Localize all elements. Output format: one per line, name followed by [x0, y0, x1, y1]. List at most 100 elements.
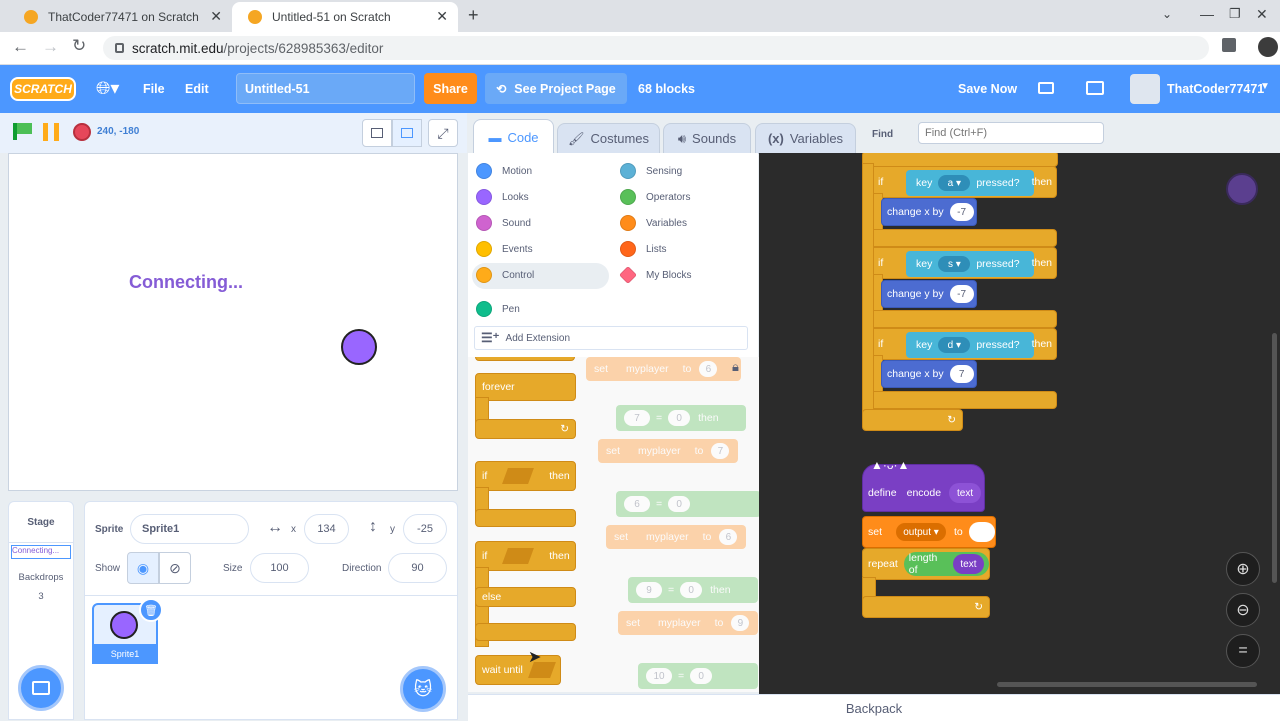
messages-icon[interactable]: [1038, 82, 1054, 94]
small-stage-button[interactable]: [362, 119, 392, 147]
stage-canvas[interactable]: Connecting...: [8, 153, 458, 491]
see-project-page-button[interactable]: ⟲ See Project Page: [485, 73, 627, 104]
close-tab-icon[interactable]: ✕: [210, 8, 222, 25]
stage-thumbnail[interactable]: Connecting...: [11, 545, 71, 559]
delete-sprite-button[interactable]: 🗑︎: [139, 598, 163, 622]
palette-wait-until-block[interactable]: wait until: [475, 655, 561, 685]
length-of-reporter[interactable]: length of text: [903, 552, 989, 576]
empty-value-input[interactable]: [968, 522, 995, 542]
text-param-reporter[interactable]: text: [952, 554, 984, 574]
horizontal-scrollbar[interactable]: [997, 682, 1257, 687]
key-dropdown[interactable]: d ▾: [938, 337, 971, 353]
account-caret-icon[interactable]: ▼: [1260, 81, 1270, 92]
key-pressed-sensor[interactable]: key s ▾ pressed?: [906, 251, 1034, 277]
empty-boolean-slot: [502, 468, 535, 484]
key-value: d: [947, 339, 954, 351]
hide-sprite-button[interactable]: ⊘: [159, 552, 191, 584]
palette-if-else-block[interactable]: if then: [475, 541, 576, 571]
key-pressed-sensor[interactable]: key a ▾ pressed?: [906, 170, 1034, 196]
category-pen[interactable]: Pen: [476, 301, 520, 317]
reload-icon[interactable]: ↻: [72, 36, 86, 56]
fullscreen-button[interactable]: ⤢: [428, 119, 458, 147]
size-input[interactable]: 100: [250, 553, 309, 583]
save-now-button[interactable]: Save Now: [958, 82, 1017, 96]
param-reporter[interactable]: text: [949, 483, 982, 503]
minimize-icon[interactable]: —: [1200, 6, 1214, 22]
pause-icon[interactable]: [43, 123, 48, 141]
tab-search-icon[interactable]: ⌄: [1162, 7, 1172, 21]
category-motion[interactable]: Motion: [476, 163, 532, 179]
large-stage-button[interactable]: [392, 119, 422, 147]
close-tab-icon[interactable]: ✕: [436, 8, 448, 25]
change-x-block[interactable]: change x by 7: [881, 360, 977, 388]
sprite-name-input[interactable]: Sprite1: [130, 514, 249, 544]
restore-icon[interactable]: ❐: [1229, 6, 1241, 22]
repeat-block[interactable]: repeat length of text: [862, 548, 990, 580]
if-key-block[interactable]: if key d ▾ pressed? then: [869, 328, 1057, 360]
forward-icon[interactable]: →: [42, 37, 59, 57]
change-x-block[interactable]: change x by -7: [881, 198, 977, 226]
if-key-block[interactable]: if key a ▾ pressed? then: [869, 166, 1057, 198]
share-button[interactable]: Share: [424, 73, 477, 104]
category-sensing[interactable]: Sensing: [620, 163, 682, 179]
category-lists[interactable]: Lists: [620, 241, 667, 257]
tab-costumes[interactable]: 🖌︎ Costumes: [557, 123, 660, 154]
x-position-input[interactable]: 134: [304, 514, 349, 544]
palette-forever-block[interactable]: forever: [475, 373, 576, 401]
value-input[interactable]: -7: [949, 203, 974, 221]
stage-selector[interactable]: Stage Connecting... Backdrops 3: [8, 501, 74, 720]
tab-sounds[interactable]: 🔊︎ Sounds: [663, 123, 751, 154]
new-tab-icon[interactable]: +: [468, 5, 479, 26]
profile-avatar[interactable]: [1258, 37, 1278, 57]
url-bar[interactable]: scratch.mit.edu/projects/628985363/edito…: [103, 36, 1209, 60]
tab-code[interactable]: ▬ Code: [473, 119, 554, 154]
category-sound[interactable]: Sound: [476, 215, 531, 231]
browser-tab-active[interactable]: Untitled-51 on Scratch ✕: [232, 2, 458, 32]
vertical-scrollbar[interactable]: [1272, 333, 1277, 583]
add-extension-button[interactable]: ☰⁺ Add Extension: [474, 326, 748, 350]
change-y-block[interactable]: change y by -7: [881, 280, 977, 308]
window-close-icon[interactable]: ✕: [1256, 6, 1268, 23]
scratch-logo[interactable]: SCRATCH: [10, 77, 76, 101]
if-key-block[interactable]: if key s ▾ pressed? then: [869, 247, 1057, 279]
value-input[interactable]: -7: [949, 285, 974, 303]
browser-tab[interactable]: ThatCoder77471 on Scratch ✕: [8, 2, 232, 32]
palette-if-then-block[interactable]: if then: [475, 461, 576, 491]
show-sprite-button[interactable]: ◉: [127, 552, 159, 584]
value-input[interactable]: 7: [949, 365, 974, 383]
tab-variables[interactable]: (x) Variables: [755, 123, 856, 154]
choose-sprite-button[interactable]: 🐱︎: [400, 666, 446, 712]
lock-icon[interactable]: 🔒︎: [732, 359, 739, 375]
zoom-in-button[interactable]: ⊕: [1226, 552, 1260, 586]
category-operators[interactable]: Operators: [620, 189, 690, 205]
direction-input[interactable]: 90: [388, 553, 447, 583]
category-events[interactable]: Events: [476, 241, 533, 257]
key-dropdown[interactable]: s ▾: [938, 256, 971, 272]
my-stuff-folder-icon[interactable]: [1086, 81, 1104, 95]
username[interactable]: ThatCoder77471: [1167, 82, 1264, 96]
backpack-bar[interactable]: Backpack: [468, 694, 1280, 721]
code-workspace[interactable]: if key a ▾ pressed? then change x by -7 if …: [759, 153, 1280, 694]
choose-backdrop-button[interactable]: [18, 665, 64, 711]
category-control[interactable]: Control: [476, 267, 534, 283]
category-looks[interactable]: Looks: [476, 189, 529, 205]
key-dropdown[interactable]: a ▾: [938, 175, 971, 191]
zoom-reset-button[interactable]: =: [1226, 634, 1260, 668]
variable-dropdown[interactable]: output ▾: [896, 523, 947, 541]
project-title-input[interactable]: Untitled-51: [236, 73, 415, 104]
zoom-out-button[interactable]: ⊖: [1226, 593, 1260, 627]
stop-icon[interactable]: [73, 123, 91, 141]
user-avatar[interactable]: [1130, 74, 1160, 104]
category-my-blocks[interactable]: My Blocks: [618, 265, 692, 285]
extensions-icon[interactable]: [1222, 38, 1236, 52]
edit-menu[interactable]: Edit: [185, 82, 209, 96]
find-input[interactable]: [918, 122, 1104, 144]
key-pressed-sensor[interactable]: key d ▾ pressed?: [906, 332, 1034, 358]
back-icon[interactable]: ←: [12, 37, 29, 57]
language-globe-icon[interactable]: 🌐︎▾: [96, 78, 119, 99]
category-variables[interactable]: Variables: [620, 215, 687, 231]
set-output-block[interactable]: set output ▾ to: [862, 516, 996, 548]
y-position-input[interactable]: -25: [403, 514, 447, 544]
file-menu[interactable]: File: [143, 82, 165, 96]
sprite1-on-stage[interactable]: [341, 329, 377, 365]
